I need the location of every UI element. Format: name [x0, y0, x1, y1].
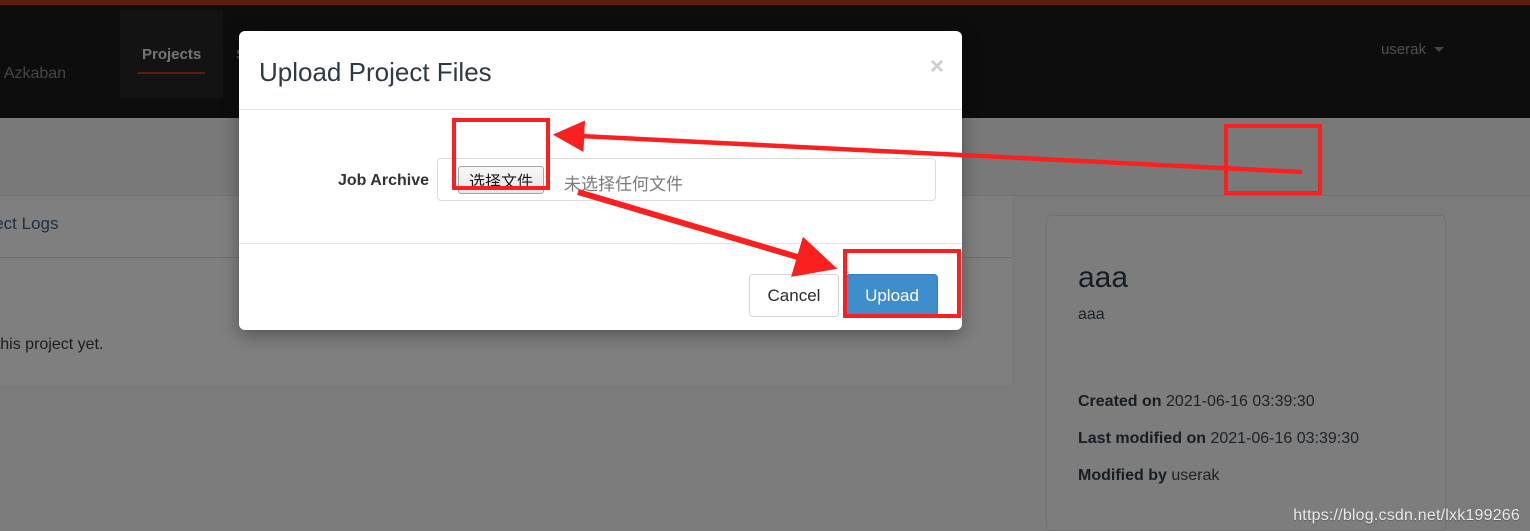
modal-header: Upload Project Files × [239, 31, 962, 110]
upload-project-files-modal: Upload Project Files × Job Archive 选择文件 … [239, 31, 962, 330]
modal-footer: Cancel Upload [239, 243, 962, 330]
modal-upload-button[interactable]: Upload [846, 274, 938, 317]
choose-file-button[interactable]: 选择文件 [458, 166, 545, 194]
cancel-button[interactable]: Cancel [749, 274, 839, 317]
screenshot-root: st Local Azkaban Projects Sc userak Dele… [0, 0, 1530, 531]
file-status-text: 未选择任何文件 [564, 175, 683, 194]
modal-body: Job Archive 选择文件 未选择任何文件 [239, 110, 962, 243]
watermark: https://blog.csdn.net/lxk199266 [1293, 507, 1520, 524]
close-icon[interactable]: × [930, 55, 944, 79]
job-archive-label: Job Archive [338, 172, 429, 189]
modal-title: Upload Project Files [259, 57, 492, 87]
job-archive-file-input[interactable]: 选择文件 未选择任何文件 [437, 158, 936, 201]
